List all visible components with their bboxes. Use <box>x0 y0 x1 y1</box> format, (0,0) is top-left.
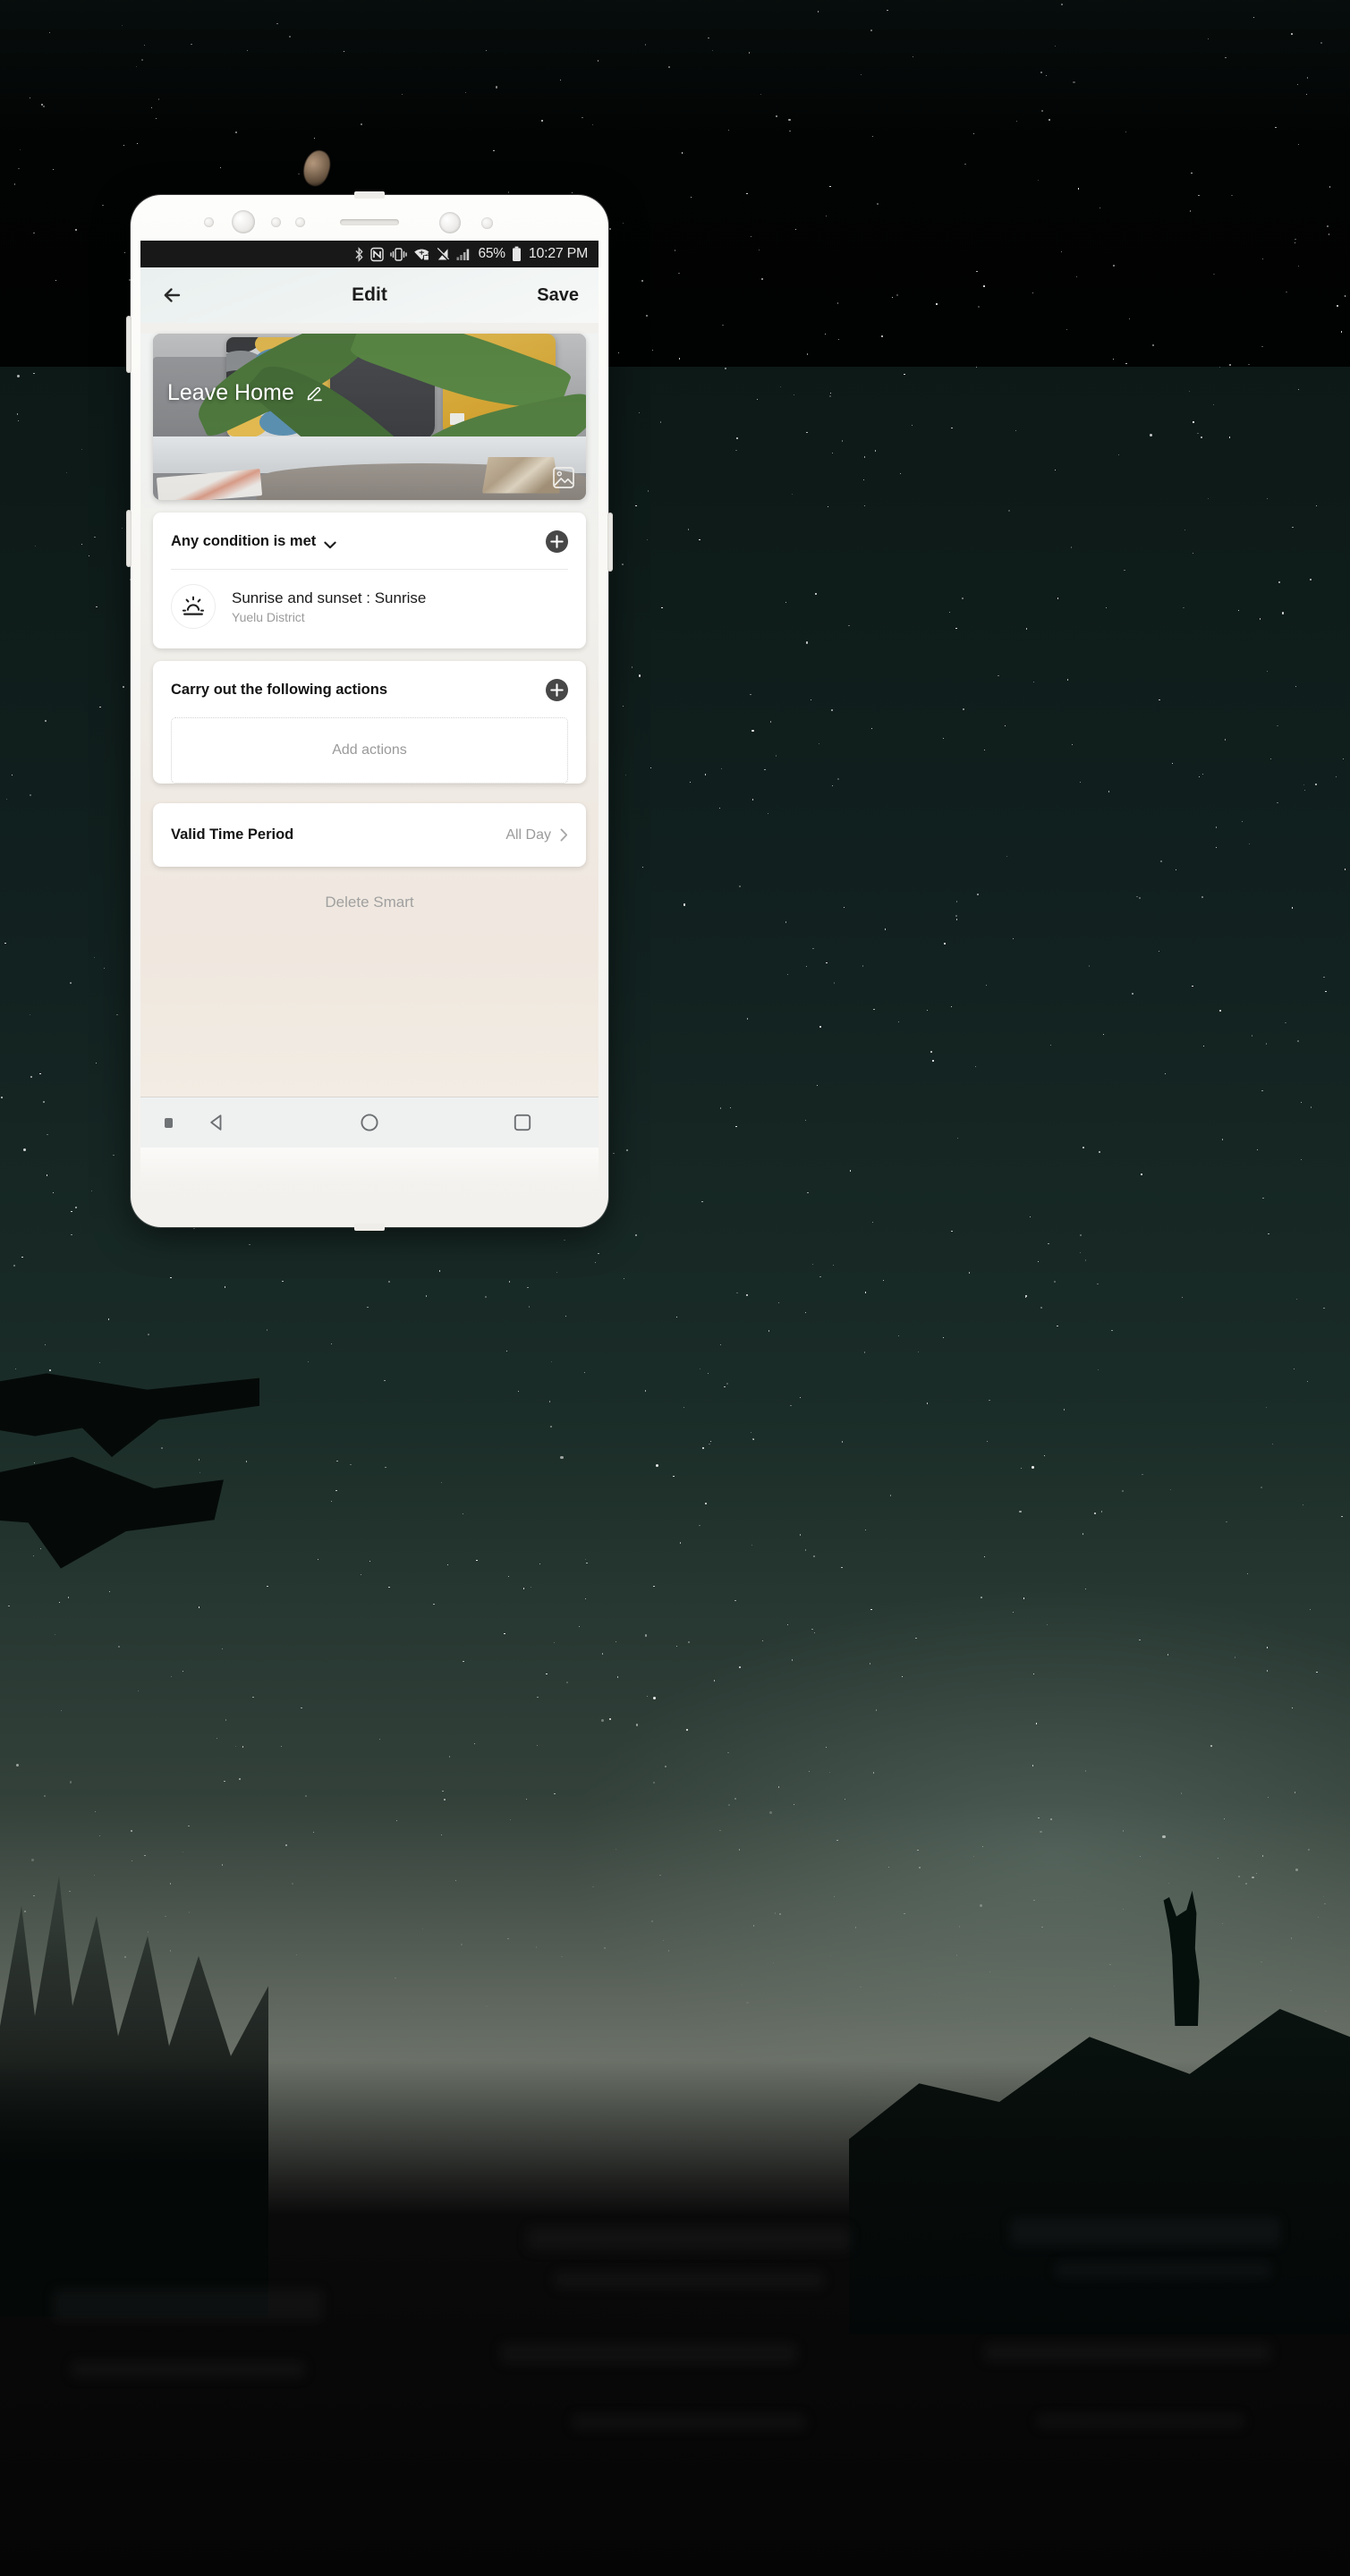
conditions-card: Any condition is met Sunrise and sunset … <box>153 513 586 648</box>
proximity-sensor-icon <box>271 217 281 227</box>
mobile-data-off-icon <box>437 247 450 262</box>
volume-up-button[interactable] <box>126 316 132 373</box>
add-condition-button[interactable] <box>546 530 568 553</box>
valid-time-title: Valid Time Period <box>171 826 294 843</box>
secondary-camera-icon <box>439 212 461 233</box>
sunrise-icon <box>171 584 216 629</box>
hero-gradient-overlay <box>153 334 586 500</box>
battery-icon <box>512 246 522 262</box>
valid-time-row[interactable]: Valid Time Period All Day <box>153 803 586 867</box>
wifi-secured-icon <box>413 247 430 262</box>
dot-indicator-icon[interactable] <box>165 1117 173 1128</box>
led-indicator-icon <box>481 217 493 229</box>
nav-back-triangle-icon[interactable] <box>140 1113 293 1132</box>
clock-label: 10:27 PM <box>528 246 588 261</box>
condition-subtitle: Yuelu District <box>232 609 305 624</box>
scene-title-row[interactable]: Leave Home <box>167 380 325 406</box>
condition-row[interactable]: Sunrise and sunset : Sunrise Yuelu Distr… <box>153 570 586 648</box>
bluetooth-icon <box>354 246 364 262</box>
signal-bars-icon <box>456 247 471 262</box>
image-icon[interactable] <box>552 466 575 489</box>
top-antenna-band <box>354 191 385 199</box>
add-action-button[interactable] <box>546 679 568 701</box>
phone-device: 65% 10:27 PM Edit Save Leave Home Any co… <box>126 191 613 1231</box>
page-title: Edit <box>352 284 387 305</box>
device-chin <box>140 1148 599 1183</box>
bottom-antenna-band <box>354 1224 385 1231</box>
valid-time-card[interactable]: Valid Time Period All Day <box>153 803 586 867</box>
actions-title: Carry out the following actions <box>171 682 388 698</box>
conditions-dropdown[interactable]: Any condition is met <box>171 533 336 550</box>
scene-hero-card[interactable]: Leave Home <box>153 334 586 500</box>
delete-smart-button[interactable]: Delete Smart <box>153 867 586 920</box>
conditions-header: Any condition is met <box>153 513 586 569</box>
chevron-down-icon[interactable] <box>324 538 336 549</box>
sensor-icon <box>204 217 214 227</box>
chevron-right-icon[interactable] <box>560 828 568 842</box>
status-bar: 65% 10:27 PM <box>140 241 599 267</box>
conditions-title: Any condition is met <box>171 533 317 549</box>
actions-header: Carry out the following actions <box>153 661 586 717</box>
nav-home-circle-icon[interactable] <box>293 1113 446 1132</box>
vibrate-icon <box>390 247 408 262</box>
condition-title: Sunrise and sunset : Sunrise <box>232 589 427 606</box>
power-button[interactable] <box>607 513 613 572</box>
app-header: Edit Save <box>140 267 599 323</box>
scroll-content[interactable]: Leave Home Any condition is met Sunrise … <box>140 334 599 1097</box>
nfc-icon <box>370 247 385 262</box>
pencil-icon[interactable] <box>305 384 325 403</box>
nav-recents-square-icon[interactable] <box>446 1113 599 1132</box>
battery-percent-label: 65% <box>478 246 505 261</box>
actions-card: Carry out the following actions Add acti… <box>153 661 586 784</box>
add-actions-placeholder[interactable]: Add actions <box>171 717 568 784</box>
earpiece-speaker <box>340 219 399 225</box>
scene-name-label: Leave Home <box>167 380 294 405</box>
android-navigation-bar <box>140 1097 599 1148</box>
valid-time-value: All Day <box>505 826 551 843</box>
volume-down-button[interactable] <box>126 510 132 567</box>
phone-screen: 65% 10:27 PM Edit Save Leave Home Any co… <box>140 241 599 1097</box>
front-camera-icon <box>232 210 255 233</box>
light-sensor-icon <box>295 217 305 227</box>
back-arrow-icon[interactable] <box>160 282 187 309</box>
save-button[interactable]: Save <box>537 285 579 306</box>
